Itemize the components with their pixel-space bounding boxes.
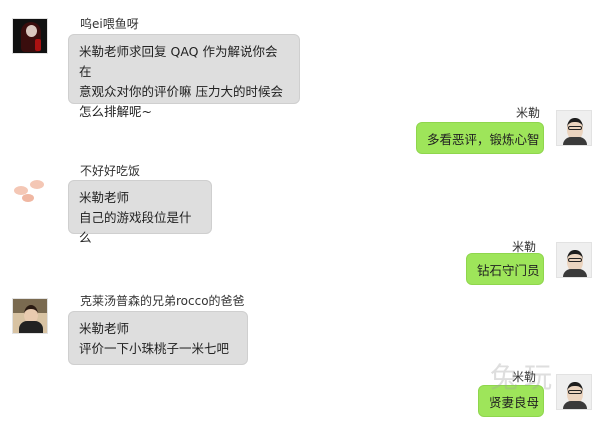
avatar-user-1[interactable] (12, 18, 48, 54)
sender-name-2: 米勒 (515, 106, 540, 120)
avatar-user-2[interactable] (12, 168, 48, 204)
watermark: 兔玩 (490, 361, 559, 394)
message-bubble-3: 米勒老师 自己的游戏段位是什么 (68, 180, 212, 245)
sender-name-5: 克莱汤普森的兄弟rocco的爸爸 (80, 294, 245, 308)
avatar-mile-1[interactable] (556, 110, 592, 146)
chat-thread: 呜ei喂鱼呀 米勒老师求回复 QAQ 作为解说你会在 意观众对你的评价嘛 压力大… (0, 0, 600, 422)
avatar-user-3[interactable] (12, 298, 48, 334)
message-bubble-4: 钻石守门员 (466, 253, 544, 285)
message-3-line-1: 米勒老师 (79, 190, 130, 205)
sender-name-1: 呜ei喂鱼呀 (80, 17, 139, 31)
message-1-line-2: 意观众对你的评价嘛 压力大的时候会 (79, 84, 283, 99)
message-2-line-1: 多看恶评，锻炼心智 (427, 132, 540, 147)
message-5-line-1: 米勒老师 (79, 321, 130, 336)
message-bubble-2: 多看恶评，锻炼心智 (416, 122, 544, 154)
message-1-line-3: 怎么排解呢~ (79, 104, 152, 119)
avatar-mile-2[interactable] (556, 242, 592, 278)
message-6-line-1: 贤妻良母 (489, 395, 540, 410)
message-4-line-1: 钻石守门员 (477, 263, 540, 278)
sender-name-3: 不好好吃饭 (80, 164, 141, 178)
avatar-mile-3[interactable] (556, 374, 592, 410)
message-bubble-1: 米勒老师求回复 QAQ 作为解说你会在 意观众对你的评价嘛 压力大的时候会 怎么… (68, 34, 300, 119)
message-bubble-5: 米勒老师 评价一下小珠桃子一米七吧 (68, 311, 248, 365)
message-5-line-2: 评价一下小珠桃子一米七吧 (79, 341, 230, 356)
message-1-line-1: 米勒老师求回复 QAQ 作为解说你会在 (79, 44, 278, 79)
message-3-line-2: 自己的游戏段位是什么 (79, 210, 192, 245)
sender-name-4: 米勒 (511, 240, 536, 254)
